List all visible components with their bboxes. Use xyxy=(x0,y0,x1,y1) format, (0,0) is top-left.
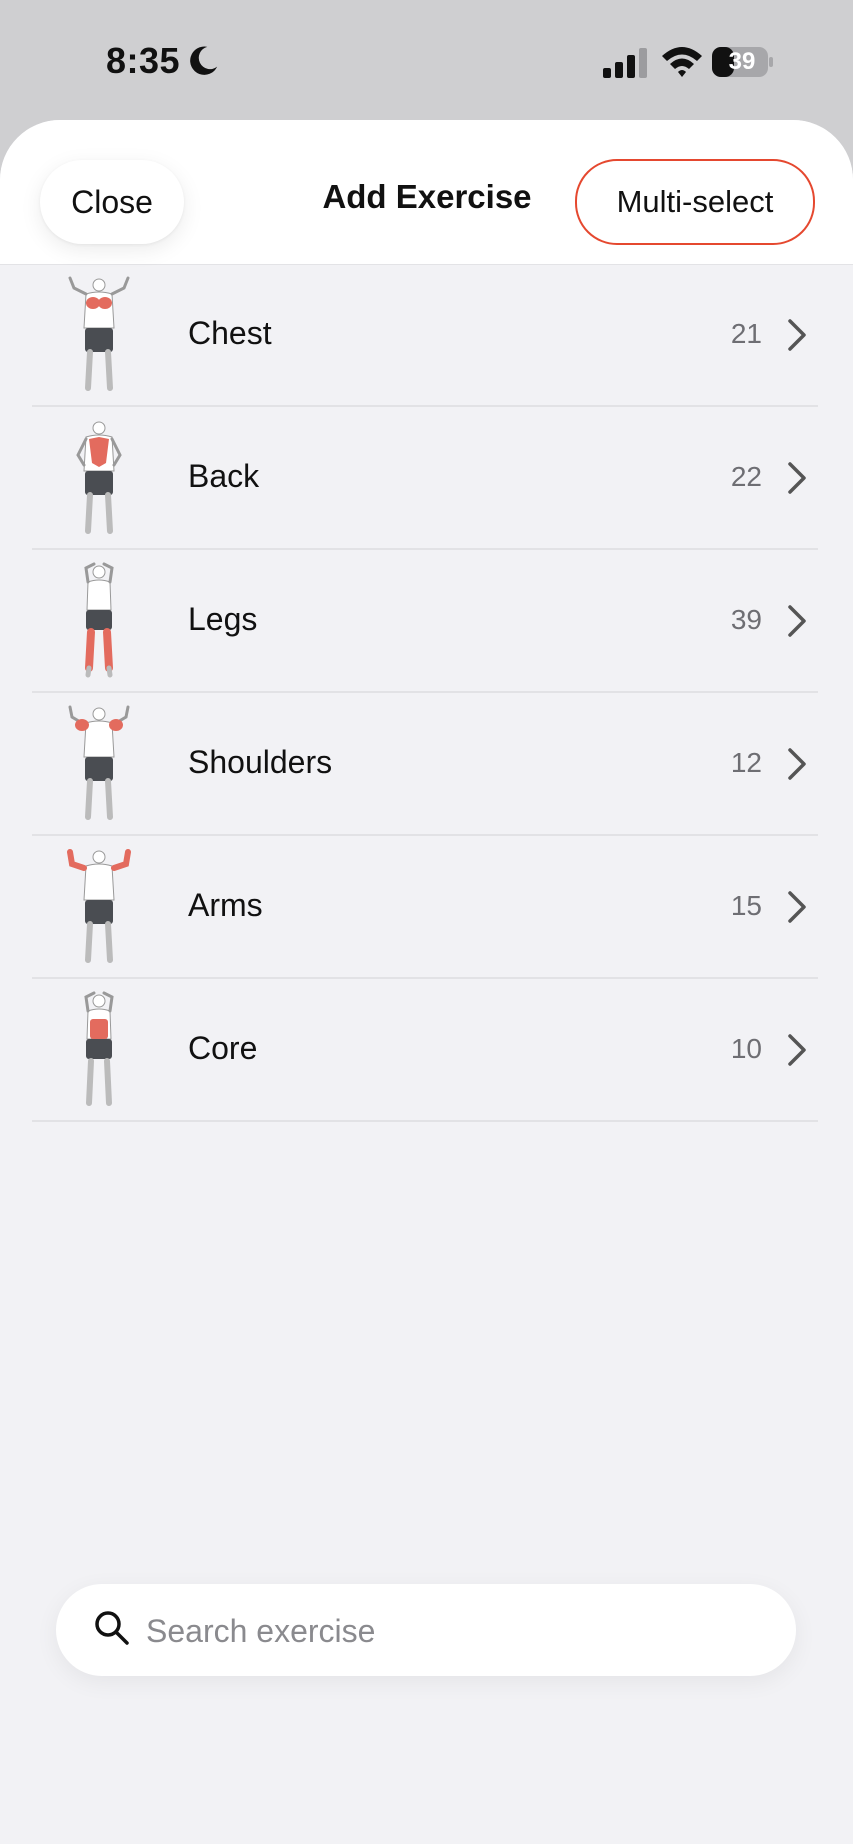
category-count: 39 xyxy=(730,604,762,635)
chevron-right-icon xyxy=(788,891,806,923)
category-row-chest[interactable]: Chest 21 xyxy=(32,264,818,407)
category-count: 21 xyxy=(730,318,762,349)
category-row-shoulders[interactable]: Shoulders 12 xyxy=(32,693,818,836)
wifi-icon xyxy=(662,47,702,77)
shoulders-body-icon xyxy=(68,705,130,820)
category-count: 22 xyxy=(730,461,762,492)
category-label: Core xyxy=(188,1030,258,1066)
category-row-back[interactable]: Back 22 xyxy=(32,407,818,550)
category-count: 12 xyxy=(730,747,762,778)
back-body-icon xyxy=(76,421,122,534)
category-row-core[interactable]: Core 10 xyxy=(32,979,818,1122)
chevron-right-icon xyxy=(788,319,806,351)
category-row-arms[interactable]: Arms 15 xyxy=(32,836,818,979)
status-time: 8:35 xyxy=(106,40,181,81)
category-label: Arms xyxy=(188,887,263,923)
arms-body-icon xyxy=(67,849,131,963)
battery-level: 39 xyxy=(728,48,756,75)
core-body-icon xyxy=(84,991,114,1106)
category-count: 10 xyxy=(730,1033,762,1064)
category-row-legs[interactable]: Legs 39 xyxy=(32,550,818,693)
moon-icon xyxy=(190,46,218,75)
category-count: 15 xyxy=(730,890,762,921)
search-icon xyxy=(95,1611,129,1645)
category-label: Shoulders xyxy=(188,744,333,780)
chevron-right-icon xyxy=(788,462,806,494)
search-bar[interactable] xyxy=(56,1584,796,1676)
close-button[interactable]: Close xyxy=(40,160,184,244)
chevron-right-icon xyxy=(788,605,806,637)
chevron-right-icon xyxy=(788,748,806,780)
sheet-header: Close Add Exercise Multi-select xyxy=(0,120,853,265)
category-label: Back xyxy=(188,458,260,494)
multi-select-button[interactable]: Multi-select xyxy=(575,159,815,245)
status-bar: 8:35 39 xyxy=(0,0,853,120)
search-input[interactable] xyxy=(144,1602,748,1660)
page-title: Add Exercise xyxy=(322,178,532,215)
legs-body-icon xyxy=(84,562,114,678)
category-list: Chest 21 Back 22 Legs 39 Shoulders 12 Ar… xyxy=(32,264,818,1122)
category-label: Chest xyxy=(188,315,272,351)
category-label: Legs xyxy=(188,601,258,637)
chest-body-icon xyxy=(68,276,130,391)
cellular-signal-icon xyxy=(603,48,647,78)
chevron-right-icon xyxy=(788,1034,806,1066)
